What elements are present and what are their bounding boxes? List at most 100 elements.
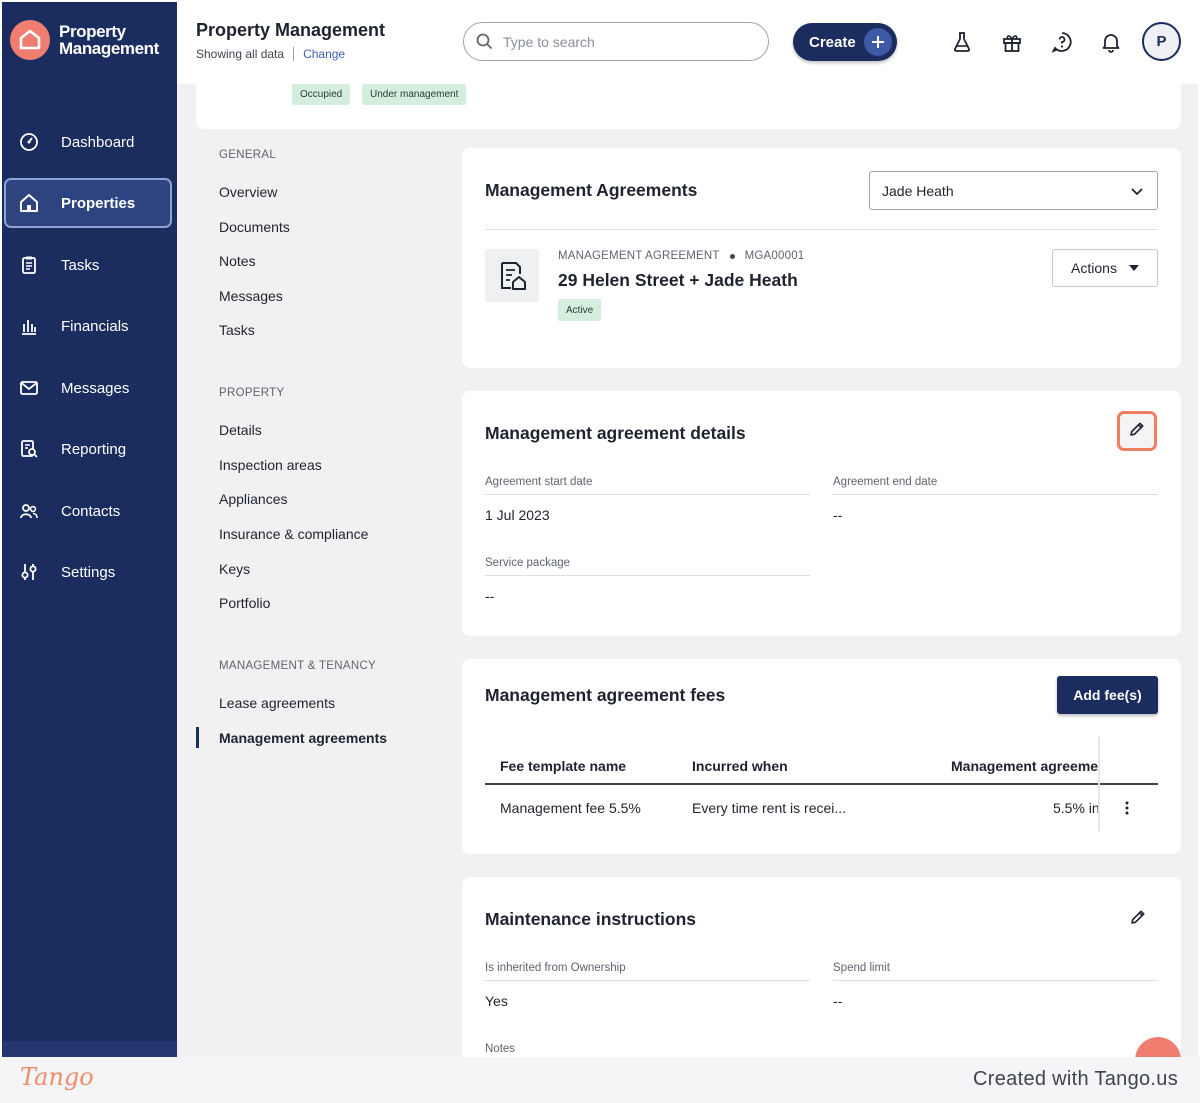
- start-date-value: 1 Jul 2023: [485, 507, 550, 523]
- subnav-item-tasks[interactable]: Tasks: [219, 322, 255, 338]
- start-date-label: Agreement start date: [485, 476, 593, 488]
- end-date-value: --: [833, 507, 843, 523]
- sidebar-item-contacts[interactable]: Contacts: [4, 486, 172, 536]
- sidebar-item-dashboard[interactable]: Dashboard: [4, 117, 172, 167]
- sidebar-item-label: Contacts: [61, 502, 121, 520]
- edit-details-button[interactable]: [1117, 411, 1157, 451]
- tango-logo: Tango: [20, 1063, 94, 1091]
- dashboard-icon: [18, 131, 40, 153]
- column-header-incurred-when[interactable]: Incurred when: [692, 758, 788, 774]
- divider: [293, 47, 295, 61]
- fee-name-cell: Management fee 5.5%: [500, 800, 641, 816]
- help-icon[interactable]: [1050, 30, 1074, 54]
- chat-launcher-button[interactable]: [1135, 1037, 1181, 1057]
- divider: [485, 980, 810, 981]
- gift-icon[interactable]: [1000, 30, 1024, 54]
- details-title: Management agreement details: [485, 423, 746, 443]
- fee-amount-cell: 5.5% in: [1053, 800, 1100, 816]
- add-fees-button[interactable]: Add fee(s): [1057, 676, 1158, 714]
- subnav-item-messages[interactable]: Messages: [219, 288, 283, 304]
- sidebar-item-settings[interactable]: Settings: [4, 547, 172, 597]
- owner-select[interactable]: Jade Heath: [869, 171, 1158, 210]
- subnav-item-portfolio[interactable]: Portfolio: [219, 595, 270, 611]
- search-input[interactable]: [503, 33, 743, 50]
- clipboard-icon: [18, 254, 40, 276]
- spend-limit-value: --: [833, 993, 843, 1009]
- sidebar-footer-strip: [2, 1041, 177, 1057]
- divider: [485, 575, 810, 576]
- bell-icon[interactable]: [1099, 30, 1123, 54]
- actions-button[interactable]: Actions: [1052, 249, 1158, 287]
- more-options-icon[interactable]: [1118, 798, 1136, 818]
- people-icon: [18, 500, 40, 522]
- subnav-heading-property: PROPERTY: [219, 387, 285, 399]
- subnav-item-keys[interactable]: Keys: [219, 561, 250, 577]
- subnav-item-notes[interactable]: Notes: [219, 253, 256, 269]
- separator-dot: [729, 253, 735, 259]
- sidebar-item-financials[interactable]: Financials: [4, 301, 172, 351]
- subnav-item-overview[interactable]: Overview: [219, 184, 277, 200]
- incurred-when-cell: Every time rent is recei...: [692, 800, 847, 816]
- brand-name-line2: Management: [59, 39, 159, 58]
- chevron-down-icon: [1131, 183, 1143, 199]
- sidebar-item-properties[interactable]: Properties: [4, 178, 172, 228]
- flask-icon[interactable]: [950, 30, 974, 54]
- subnav-item-documents[interactable]: Documents: [219, 219, 290, 235]
- chat-icon: [1135, 1037, 1181, 1057]
- sidebar-item-label: Financials: [61, 317, 129, 335]
- sidebar-item-label: Reporting: [61, 440, 127, 458]
- sidebar-item-reporting[interactable]: Reporting: [4, 424, 172, 474]
- agreements-title: Management Agreements: [485, 180, 698, 200]
- sliders-icon: [18, 561, 40, 583]
- bank-icon: [18, 315, 40, 337]
- end-date-label: Agreement end date: [833, 476, 938, 488]
- create-button[interactable]: Create: [793, 23, 897, 61]
- actions-label: Actions: [1071, 260, 1117, 276]
- search-icon: [476, 33, 493, 50]
- sidebar-item-label: Messages: [61, 379, 130, 397]
- subnav-item-details[interactable]: Details: [219, 422, 262, 438]
- data-scope-label: Showing all data: [196, 47, 285, 61]
- column-header-management-agreement[interactable]: Management agreeme: [951, 758, 1098, 774]
- brand-logo-icon: [10, 20, 50, 60]
- edit-maintenance-button[interactable]: [1118, 899, 1158, 939]
- subnav-item-inspection-areas[interactable]: Inspection areas: [219, 457, 322, 473]
- agreement-name: 29 Helen Street + Jade Heath: [558, 270, 798, 290]
- search-box[interactable]: [463, 22, 769, 61]
- divider: [833, 980, 1158, 981]
- active-indicator: [196, 727, 199, 748]
- sidebar-item-messages[interactable]: Messages: [4, 363, 172, 413]
- service-package-label: Service package: [485, 557, 571, 569]
- maintenance-title: Maintenance instructions: [485, 909, 697, 929]
- brand-name: Property Management: [59, 23, 159, 57]
- sidebar-item-tasks[interactable]: Tasks: [4, 240, 172, 290]
- subnav-item-appliances[interactable]: Appliances: [219, 491, 288, 507]
- spend-limit-label: Spend limit: [833, 962, 890, 974]
- sidebar-item-label: Tasks: [61, 256, 100, 274]
- data-scope: Showing all data Change: [196, 47, 345, 61]
- inherited-label: Is inherited from Ownership: [485, 962, 626, 974]
- agreement-meta: MANAGEMENT AGREEMENT MGA00001: [558, 250, 804, 262]
- status-tag-occupied: Occupied: [292, 84, 351, 105]
- fees-title: Management agreement fees: [485, 685, 726, 705]
- pencil-icon: [1130, 909, 1146, 930]
- agreement-id: MGA00001: [744, 250, 805, 262]
- column-header-clip: Management agreeme: [951, 758, 1098, 778]
- subnav-item-management-agreements[interactable]: Management agreements: [219, 730, 387, 746]
- sticky-column-divider: [1098, 737, 1100, 831]
- inherited-value: Yes: [485, 993, 508, 1009]
- caret-down-icon: [1128, 265, 1139, 271]
- status-tag-management: Under management: [362, 84, 467, 105]
- brand[interactable]: Property Management: [10, 20, 159, 60]
- service-package-value: --: [485, 588, 495, 604]
- status-badge: Active: [558, 299, 602, 321]
- subnav-item-lease-agreements[interactable]: Lease agreements: [219, 695, 335, 711]
- table-header-rule: [485, 783, 1158, 785]
- column-header-fee-template[interactable]: Fee template name: [500, 758, 626, 774]
- pencil-icon: [1129, 421, 1145, 442]
- subnav-item-insurance[interactable]: Insurance & compliance: [219, 526, 368, 542]
- change-scope-link[interactable]: Change: [303, 47, 345, 61]
- brand-name-line1: Property: [59, 22, 126, 41]
- avatar[interactable]: P: [1142, 22, 1181, 61]
- page-title: Property Management: [196, 20, 386, 40]
